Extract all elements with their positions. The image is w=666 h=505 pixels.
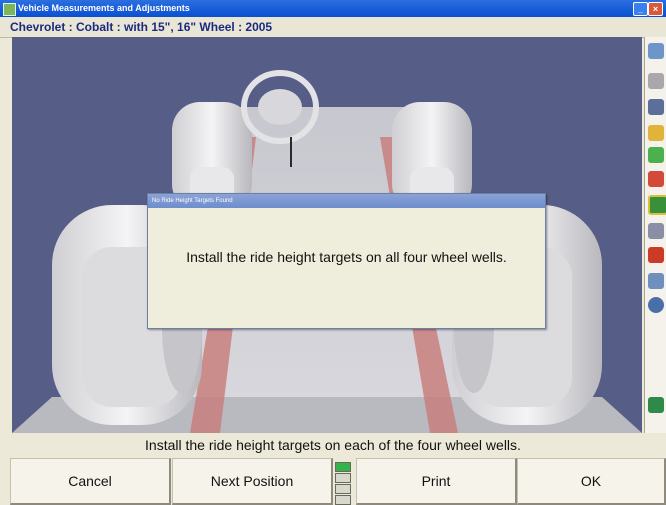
vehicle-icon[interactable] — [648, 73, 664, 89]
spec-icon[interactable] — [648, 223, 664, 239]
camber-icon[interactable] — [648, 147, 664, 163]
dialog-title: No Ride Height Targets Found — [148, 194, 545, 208]
measure-icon[interactable] — [648, 43, 664, 59]
help-icon[interactable] — [648, 297, 664, 313]
next-position-button[interactable]: Next Position — [172, 458, 333, 505]
print-button[interactable]: Print — [356, 458, 517, 505]
lift-icon[interactable] — [648, 99, 664, 115]
ok-button[interactable]: OK — [517, 458, 666, 505]
vehicle-header: Chevrolet : Cobalt : with 15", 16" Wheel… — [0, 17, 666, 38]
minimize-button[interactable]: _ — [633, 2, 648, 16]
bottom-button-bar: Cancel Next Position Print OK — [0, 456, 666, 505]
window-titlebar: Vehicle Measurements and Adjustments _ × — [0, 0, 666, 17]
app-icon — [3, 3, 16, 16]
report-icon[interactable] — [648, 273, 664, 289]
close-button[interactable]: × — [648, 2, 663, 16]
dialog-message: Install the ride height targets on all f… — [186, 249, 507, 265]
flag-icon[interactable] — [648, 247, 664, 263]
wrench-icon[interactable] — [648, 125, 664, 141]
alignment-icon[interactable] — [648, 195, 666, 215]
vehicle-label: Chevrolet : Cobalt : with 15", 16" Wheel… — [10, 20, 273, 34]
right-toolbar — [644, 37, 666, 433]
no-targets-dialog: No Ride Height Targets Found Install the… — [147, 193, 546, 329]
level-indicator — [333, 460, 351, 505]
target-status-icon — [648, 397, 664, 413]
caster-icon[interactable] — [648, 171, 664, 187]
window-title: Vehicle Measurements and Adjustments — [18, 3, 190, 13]
instruction-text: Install the ride height targets on each … — [0, 434, 666, 456]
cancel-button[interactable]: Cancel — [10, 458, 171, 505]
